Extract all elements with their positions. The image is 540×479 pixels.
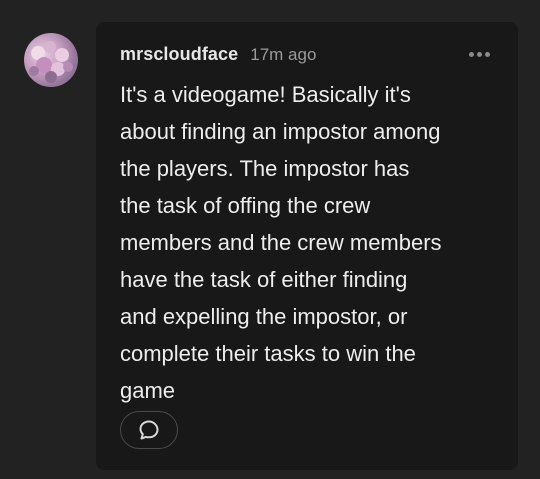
- timestamp: 17m ago: [250, 45, 317, 64]
- comment-header: mrscloudface 17m ago: [120, 44, 316, 65]
- avatar[interactable]: [24, 33, 78, 87]
- reply-button[interactable]: [120, 411, 178, 449]
- comment-text: It's a videogame! Basically it's about f…: [120, 82, 442, 403]
- more-options-icon[interactable]: [469, 52, 490, 57]
- comment-card: mrscloudface 17m ago It's a videogame! B…: [96, 22, 518, 470]
- avatar-image: [29, 41, 73, 83]
- speech-bubble-icon: [139, 420, 159, 440]
- username[interactable]: mrscloudface: [120, 44, 238, 65]
